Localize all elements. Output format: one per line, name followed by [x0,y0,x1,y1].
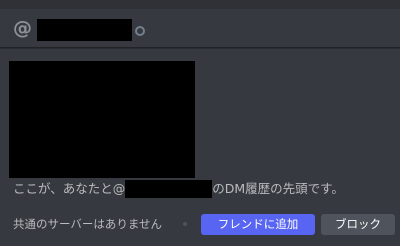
top-strip [0,0,400,9]
intro-text-before: ここが、あなたと@ [13,181,126,196]
redacted-username-inline [125,180,213,198]
profile-actions-row: 共通のサーバーはありません フレンドに追加 ブロック [0,212,400,236]
add-friend-button[interactable]: フレンドに追加 [201,214,315,235]
at-sign-icon: @ [13,17,32,39]
intro-text-after: のDM履歴の先頭です。 [212,181,344,196]
mutual-servers-text: 共通のサーバーはありません [13,217,163,231]
redacted-username[interactable] [37,19,132,41]
separator-dot [183,222,187,226]
dm-history-start-text: ここが、あなたと@ のDM履歴の先頭です。 [13,180,344,198]
dm-header: @ [0,9,400,48]
block-button[interactable]: ブロック [321,214,395,235]
offline-status-icon [135,26,145,36]
redacted-avatar[interactable] [9,61,195,178]
